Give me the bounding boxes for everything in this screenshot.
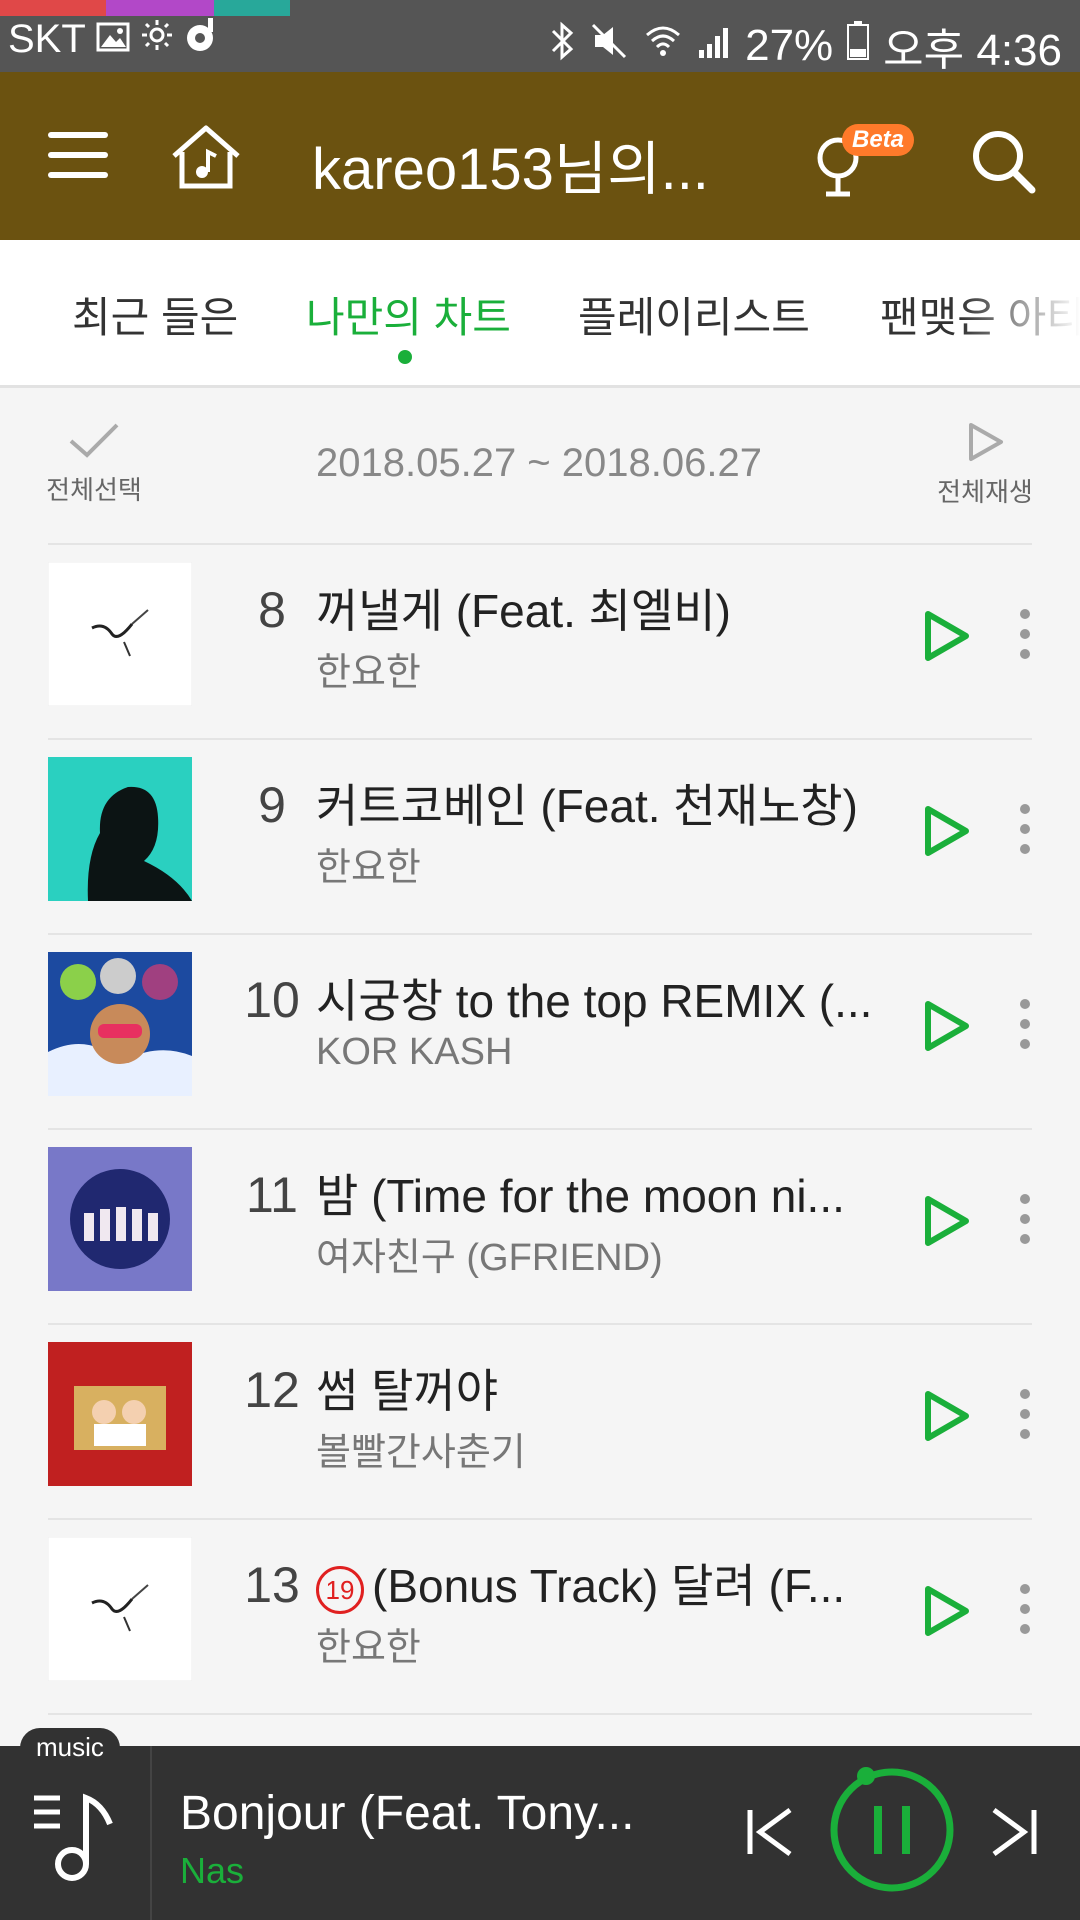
play-icon[interactable] <box>922 1194 972 1248</box>
check-icon <box>69 423 119 458</box>
artist-name: KOR KASH <box>316 1031 513 1073</box>
music-app-icon <box>184 14 220 64</box>
song-title: 시궁창 to the top REMIX (... <box>316 975 873 1027</box>
next-track-icon[interactable] <box>988 1806 1040 1858</box>
list-item[interactable]: 12 썸 탈꺼야 볼빨간사춘기 <box>48 1323 1032 1518</box>
album-art <box>48 1537 192 1681</box>
now-playing-artist: Nas <box>180 1850 245 1891</box>
mini-player: music Bonjour (Feat. Tony... Nas <box>0 1728 1080 1920</box>
carrier-label: SKT <box>8 16 86 61</box>
search-icon[interactable] <box>970 128 1036 194</box>
page-title: kareo153님의... <box>312 137 709 202</box>
tab-playlist[interactable]: 플레이리스트 <box>578 284 810 345</box>
album-art <box>48 952 192 1096</box>
more-options-icon[interactable] <box>1010 1194 1040 1250</box>
pause-button[interactable] <box>828 1766 956 1894</box>
play-icon[interactable] <box>922 999 972 1053</box>
artist-name: 여자친구 (GFRIEND) <box>316 1237 663 1279</box>
explicit-19-badge: 19 <box>316 1565 364 1614</box>
now-playing-title[interactable]: Bonjour (Feat. Tony... <box>180 1786 680 1841</box>
song-title: 밤 (Time for the moon ni... <box>316 1170 845 1222</box>
tab-recent[interactable]: 최근 들은 <box>72 284 238 345</box>
song-title: 썸 탈꺼야 <box>316 1365 499 1417</box>
more-options-icon[interactable] <box>1010 999 1040 1055</box>
more-options-icon[interactable] <box>1010 1584 1040 1640</box>
rank-number: 11 <box>246 1167 298 1223</box>
playlist-queue-icon[interactable] <box>30 1784 130 1884</box>
more-options-icon[interactable] <box>1010 1389 1040 1445</box>
music-tag: music <box>20 1728 120 1767</box>
list-item[interactable]: 13 19 (Bonus Track) 달려 (F... 한요한 <box>48 1518 1032 1713</box>
select-all-label: 전체선택 <box>46 475 142 505</box>
list-item[interactable]: 11 밤 (Time for the moon ni... 여자친구 (GFRI… <box>48 1128 1032 1323</box>
more-options-icon[interactable] <box>1010 804 1040 860</box>
select-all-button[interactable]: 전체선택 <box>44 421 144 507</box>
list-item[interactable]: 9 커트코베인 (Feat. 천재노창) 한요한 <box>48 738 1032 933</box>
mute-icon <box>589 21 629 72</box>
active-tab-indicator <box>398 350 412 364</box>
menu-icon[interactable] <box>48 132 108 178</box>
play-icon[interactable] <box>922 804 972 858</box>
song-title: 꺼낼게 (Feat. 최엘비) <box>316 585 731 637</box>
song-title-row: 19 (Bonus Track) 달려 (F... <box>316 1550 916 1616</box>
home-icon[interactable] <box>168 122 244 192</box>
song-title: 커트코베인 (Feat. 천재노창) <box>316 780 858 832</box>
bluetooth-icon <box>549 21 575 72</box>
album-art <box>48 1147 192 1291</box>
play-outline-icon <box>969 423 1003 461</box>
rank-number: 8 <box>258 582 286 638</box>
artist-name: 한요한 <box>316 1627 421 1669</box>
rank-number: 9 <box>258 777 286 833</box>
clock: 오후 4:36 <box>883 26 1062 75</box>
app-header: kareo153님의... Beta <box>0 72 1080 240</box>
artist-name: 볼빨간사춘기 <box>316 1432 526 1474</box>
artist-name: 한요한 <box>316 652 421 694</box>
artist-name: 한요한 <box>316 847 421 889</box>
chart-controls: 전체선택 2018.05.27 ~ 2018.06.27 전체재생 <box>0 391 1080 545</box>
brightness-icon <box>140 17 174 62</box>
play-all-label: 전체재생 <box>937 477 1033 507</box>
beta-badge: Beta <box>842 124 915 156</box>
previous-track-icon[interactable] <box>744 1806 796 1858</box>
song-title: (Bonus Track) 달려 (F... <box>372 1560 846 1612</box>
play-icon[interactable] <box>922 1389 972 1443</box>
image-icon <box>96 17 130 62</box>
album-art <box>48 1342 192 1486</box>
rank-number: 13 <box>244 1557 300 1613</box>
song-list: 8 꺼낼게 (Feat. 최엘비) 한요한 9 커트코베인 (Feat. 천재노… <box>0 543 1080 1753</box>
status-bar: SKT 27% 오후 4:36 <box>0 0 1080 75</box>
progress-knob <box>857 1767 875 1785</box>
album-art <box>48 757 192 901</box>
list-item[interactable]: 10 시궁창 to the top REMIX (... KOR KASH <box>48 933 1032 1128</box>
date-range: 2018.05.27 ~ 2018.06.27 <box>316 441 762 485</box>
battery-icon <box>847 20 870 72</box>
list-item[interactable]: 8 꺼낼게 (Feat. 최엘비) 한요한 <box>48 543 1032 738</box>
wifi-icon <box>643 21 683 72</box>
play-all-button[interactable]: 전체재생 <box>930 421 1040 509</box>
tab-my-chart[interactable]: 나만의 차트 <box>306 284 511 345</box>
voice-search-button[interactable]: Beta <box>812 124 922 198</box>
play-icon[interactable] <box>922 609 972 663</box>
rank-number: 10 <box>244 972 300 1028</box>
signal-icon <box>697 21 731 71</box>
more-options-icon[interactable] <box>1010 609 1040 665</box>
battery-percent: 27% <box>745 21 834 70</box>
play-icon[interactable] <box>922 1584 972 1638</box>
tab-bar: 최근 들은 나만의 차트 플레이리스트 팬맺은 아티 <box>0 240 1080 388</box>
rank-number: 12 <box>244 1362 300 1418</box>
album-art <box>48 562 192 706</box>
